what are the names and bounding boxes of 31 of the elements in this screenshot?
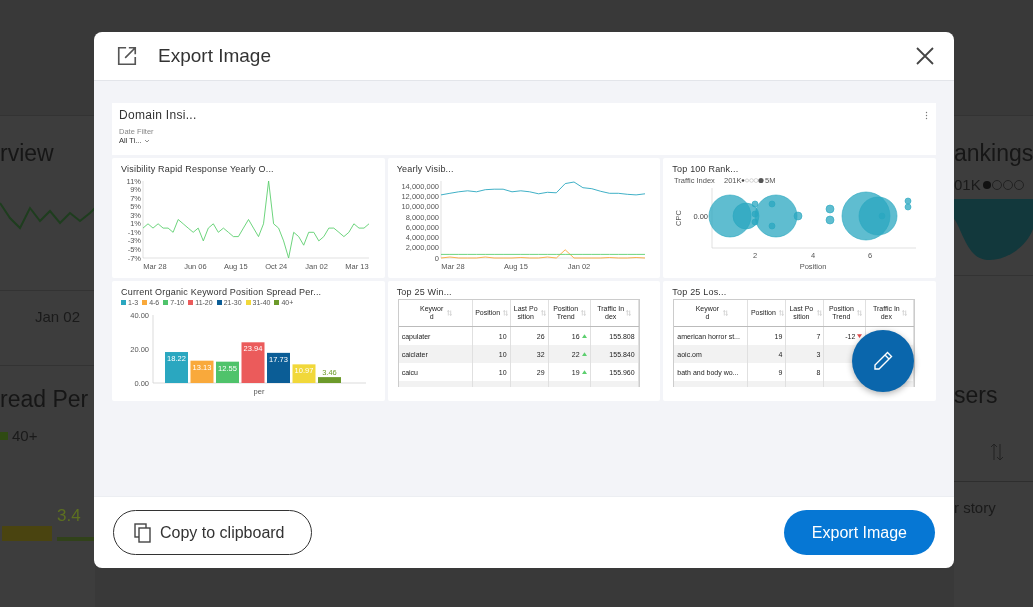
- dashboard-title: Domain Insi...: [119, 108, 197, 122]
- caret-icon: [143, 138, 150, 143]
- sort-icon: [901, 310, 907, 316]
- widget-title: Current Organic Keyword Position Spread Per...: [121, 287, 323, 297]
- pencil-icon: [871, 349, 895, 373]
- sort-icon: [581, 310, 587, 316]
- copy-icon: [134, 522, 152, 543]
- widget-title: Top 25 Win...: [396, 287, 453, 297]
- size-legend-icon: [742, 177, 764, 184]
- close-icon[interactable]: [916, 47, 934, 65]
- sort-icon: [816, 310, 822, 316]
- down-triangle-icon: [857, 334, 863, 338]
- widget-title: Visibility Rapid Response Yearly O...: [121, 164, 275, 174]
- sort-icon: [626, 310, 632, 316]
- external-link-icon: [116, 45, 138, 67]
- copy-button[interactable]: Copy to clipboard: [113, 510, 312, 555]
- widget-title: Yearly Visib...: [396, 164, 455, 174]
- sort-icon: [503, 310, 509, 316]
- widget-title: Top 100 Rank...: [672, 164, 740, 174]
- sort-icon: [990, 443, 1004, 462]
- up-triangle-icon: [581, 352, 587, 356]
- up-triangle-icon: [581, 334, 587, 338]
- dialog-title: Export Image: [158, 45, 272, 67]
- up-triangle-icon: [581, 370, 587, 374]
- sort-icon: [778, 310, 784, 316]
- export-button[interactable]: Export Image: [783, 510, 935, 555]
- sort-icon: [447, 310, 453, 316]
- sort-icon: [541, 310, 547, 316]
- widget-title: Top 25 Los...: [672, 287, 728, 297]
- sort-icon: [856, 310, 862, 316]
- sort-icon: [722, 310, 728, 316]
